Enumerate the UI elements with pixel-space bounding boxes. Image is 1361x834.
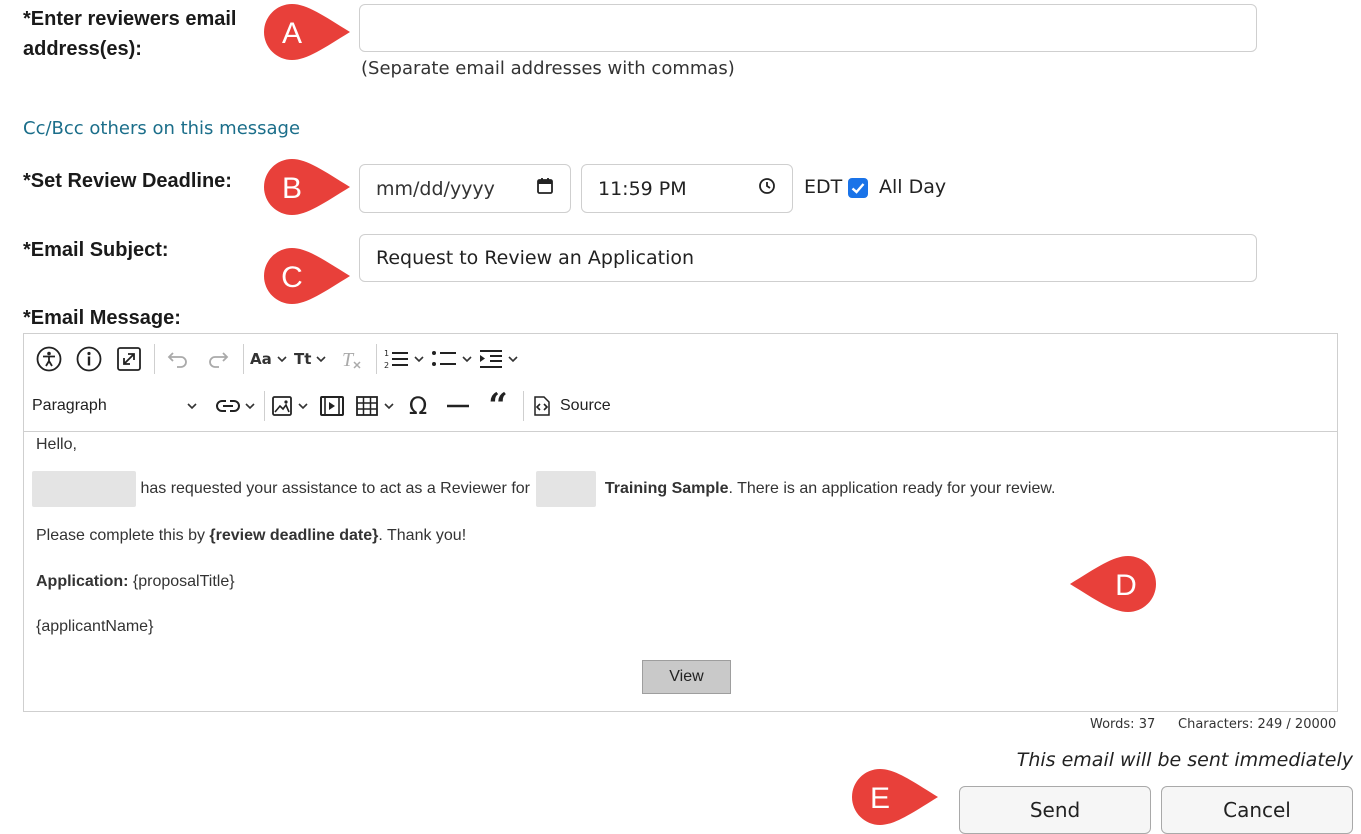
checkmark-icon [851,183,865,194]
deadline-line-end: . Thank you! [378,527,467,544]
source-label: Source [560,397,611,414]
marker-b-label: B [282,172,302,205]
marker-c-label: C [281,261,303,294]
paragraph-dropdown[interactable]: Paragraph [32,388,198,424]
subject-input[interactable] [359,234,1257,282]
marker-d-label: D [1115,569,1137,602]
svg-text:T: T [342,349,355,371]
marker-c: C [264,248,350,304]
all-day-checkbox[interactable] [848,178,868,198]
program-name: Training Sample [604,480,729,498]
image-dropdown[interactable] [271,388,309,424]
all-day-label[interactable]: All Day [879,176,946,198]
greeting-text: Hello, [36,436,77,453]
marker-a-label: A [282,17,302,50]
request-line: has requested your assistance to act as … [32,471,1055,507]
application-line: Application: {proposalTitle} [36,573,235,591]
font-family-dropdown[interactable]: Aa [250,341,288,377]
deadline-label: *Set Review Deadline: [23,170,232,192]
marker-b: B [264,159,350,215]
paragraph-dropdown-label: Paragraph [32,397,107,414]
bulleted-list-dropdown[interactable] [431,341,473,377]
blockquote-icon[interactable]: “ [481,388,515,424]
deadline-line-start: Please complete this by [36,527,210,544]
send-button[interactable]: Send [959,786,1151,834]
editor-toolbar: Aa Tt T 12 Paragraph Ω “ Source [24,334,1337,432]
redacted-name [32,471,136,507]
send-notice: This email will be sent immediately [1016,749,1353,771]
table-icon [356,396,378,416]
application-label: Application: [36,573,129,590]
toolbar-row-2: Paragraph Ω “ Source [32,384,617,428]
media-icon[interactable] [315,388,349,424]
font-size-icon: Tt [294,350,312,368]
reviewers-email-input[interactable] [359,4,1257,52]
horizontal-line-icon[interactable] [441,388,475,424]
deadline-time-input[interactable]: 11:59 PM [581,164,793,213]
numbered-list-icon: 12 [384,349,408,370]
marker-d: D [1070,556,1156,612]
special-characters-icon[interactable]: Ω [401,388,435,424]
clock-icon[interactable] [758,177,776,200]
link-icon [216,400,240,412]
bulleted-list-icon [431,351,456,366]
svg-text:2: 2 [384,361,389,370]
reviewers-hint: (Separate email addresses with commas) [361,58,735,79]
character-count: Characters: 249 / 20000 [1178,717,1337,732]
toolbar-row-1: Aa Tt T 12 [32,337,525,381]
info-icon[interactable] [72,341,106,377]
applicant-line: {applicantName} [36,618,154,635]
subject-label: *Email Subject: [23,239,169,261]
source-button[interactable]: Source [530,388,611,424]
redo-icon[interactable] [201,341,235,377]
redacted-organization [536,471,597,507]
marker-a: A [264,4,350,60]
cc-bcc-link[interactable]: Cc/Bcc others on this message [23,118,300,139]
numbered-list-dropdown[interactable]: 12 [383,341,425,377]
message-editor[interactable]: Aa Tt T 12 Paragraph Ω “ Source Hello, h… [23,333,1338,712]
date-placeholder: mm/dd/yyyy [376,177,495,200]
source-icon [534,396,550,416]
deadline-line: Please complete this by {review deadline… [36,527,466,545]
calendar-icon[interactable] [536,177,554,200]
font-family-icon: Aa [250,350,272,368]
chevron-down-icon [187,403,197,410]
message-label: *Email Message: [23,307,181,329]
time-value: 11:59 PM [598,177,687,200]
fullscreen-icon[interactable] [112,341,146,377]
deadline-placeholder: {review deadline date} [209,527,379,544]
link-dropdown[interactable] [216,388,256,424]
application-value: {proposalTitle} [128,573,235,590]
svg-text:1: 1 [384,349,389,358]
view-button[interactable]: View [642,660,731,694]
accessibility-icon[interactable] [32,341,66,377]
deadline-date-input[interactable]: mm/dd/yyyy [359,164,571,213]
word-count: Words: 37 [1090,717,1156,732]
marker-e: E [852,769,938,825]
cancel-button[interactable]: Cancel [1161,786,1353,834]
image-icon [272,396,292,416]
marker-e-label: E [870,782,890,815]
request-line-end: . There is an application ready for your… [728,480,1056,498]
table-dropdown[interactable] [355,388,395,424]
font-size-dropdown[interactable]: Tt [294,341,328,377]
remove-format-icon[interactable]: T [334,341,368,377]
indent-dropdown[interactable] [479,341,519,377]
request-line-text: has requested your assistance to act as … [140,480,530,498]
undo-icon[interactable] [161,341,195,377]
timezone-label: EDT [804,176,843,198]
indent-icon [479,350,502,368]
reviewers-label: *Enter reviewers email address(es): [23,8,237,60]
